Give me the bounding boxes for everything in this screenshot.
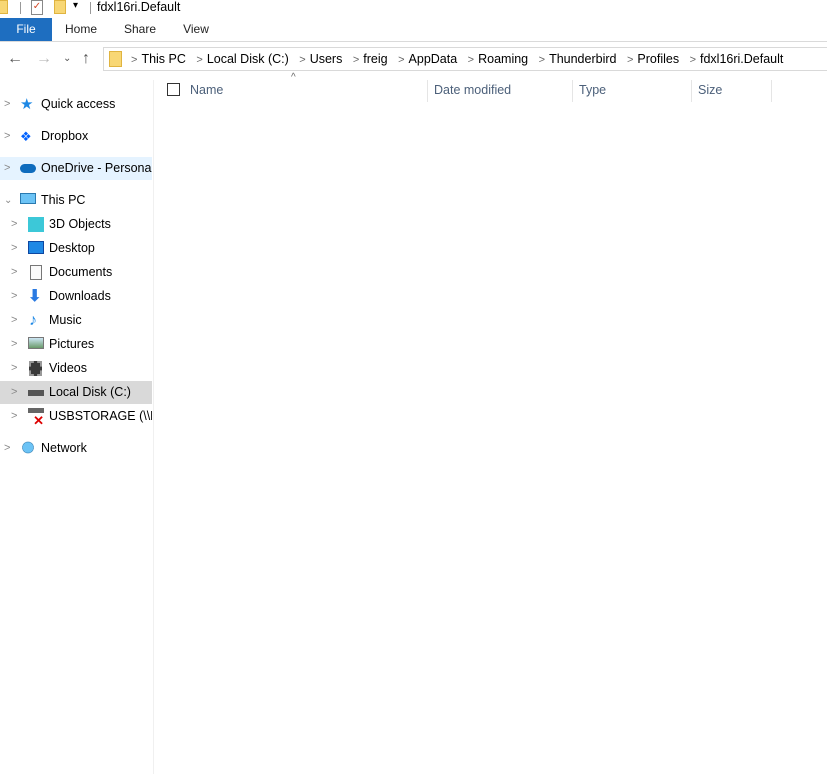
nav-local-disk[interactable]: > Local Disk (C:)	[0, 381, 152, 404]
tab-home[interactable]: Home	[56, 18, 106, 41]
separator	[90, 2, 91, 14]
nav-downloads[interactable]: > ⬇ Downloads	[0, 285, 152, 308]
breadcrumb: > This PC > Local Disk (C:) > Users > freig …	[131, 52, 784, 66]
tab-file[interactable]: File	[0, 18, 52, 41]
ribbon-tabs: File Home Share View	[0, 18, 827, 42]
customize-dropdown-icon[interactable]: ▾	[73, 0, 78, 11]
cloud-icon	[20, 164, 36, 173]
nav-this-pc[interactable]: ⌄ This PC	[0, 189, 152, 212]
drive-icon	[28, 390, 44, 396]
column-date-modified[interactable]: Date modified	[434, 80, 564, 100]
file-list-empty[interactable]	[155, 102, 827, 774]
dropbox-icon: ❖	[20, 129, 32, 144]
tab-share[interactable]: Share	[115, 18, 165, 41]
back-button[interactable]: ←	[7, 47, 23, 71]
column-name[interactable]: Name	[190, 80, 426, 100]
crumb-current[interactable]: fdxl16ri.Default	[700, 52, 783, 66]
desktop-icon	[28, 241, 44, 254]
music-icon: ♪	[29, 312, 37, 329]
pictures-icon	[28, 337, 44, 349]
new-folder-icon[interactable]	[54, 0, 66, 14]
navigation-pane: > ★ Quick access > ❖ Dropbox > OneDrive - Per…	[0, 80, 154, 774]
forward-button[interactable]: →	[36, 47, 52, 71]
nav-documents[interactable]: > Documents	[0, 261, 152, 284]
select-all-checkbox[interactable]	[167, 83, 180, 96]
column-headers: ^ Name Date modified Type Size	[155, 72, 827, 102]
nav-dropbox[interactable]: > ❖ Dropbox	[0, 125, 152, 148]
crumb-thunderbird[interactable]: Thunderbird	[549, 52, 616, 66]
column-divider[interactable]	[771, 80, 772, 102]
crumb-freig[interactable]: freig	[363, 52, 387, 66]
3d-objects-icon	[28, 217, 44, 232]
column-divider[interactable]	[427, 80, 428, 102]
nav-music[interactable]: > ♪ Music	[0, 309, 152, 332]
column-size[interactable]: Size	[698, 80, 768, 100]
window-title: fdxl16ri.Default	[97, 0, 181, 14]
crumb-profiles[interactable]: Profiles	[637, 52, 679, 66]
column-divider[interactable]	[691, 80, 692, 102]
address-bar[interactable]: > This PC > Local Disk (C:) > Users > freig …	[103, 47, 827, 71]
crumb-users[interactable]: Users	[310, 52, 343, 66]
up-button[interactable]: ↑	[82, 47, 90, 71]
separator	[20, 2, 21, 14]
nav-videos[interactable]: > Videos	[0, 357, 152, 380]
computer-icon	[20, 193, 36, 204]
folder-icon	[109, 51, 122, 67]
nav-quick-access[interactable]: > ★ Quick access	[0, 93, 152, 116]
download-icon: ⬇	[28, 288, 42, 305]
crumb-local-disk[interactable]: Local Disk (C:)	[207, 52, 289, 66]
column-divider[interactable]	[572, 80, 573, 102]
quick-access-toolbar: ✓ ▾ fdxl16ri.Default	[0, 0, 827, 16]
disconnected-drive-icon: ✕	[28, 408, 44, 428]
nav-network[interactable]: > Network	[0, 437, 152, 460]
star-icon: ★	[20, 96, 34, 113]
nav-onedrive[interactable]: > OneDrive - Personal	[0, 157, 152, 180]
nav-desktop[interactable]: > Desktop	[0, 237, 152, 260]
videos-icon	[29, 361, 42, 376]
column-type[interactable]: Type	[579, 80, 679, 100]
crumb-appdata[interactable]: AppData	[409, 52, 458, 66]
navigation-buttons: ← → ⌄ ↑	[0, 47, 103, 71]
folder-icon	[0, 0, 8, 14]
network-icon	[20, 441, 36, 454]
crumb-this-pc[interactable]: This PC	[141, 52, 185, 66]
crumb-roaming[interactable]: Roaming	[478, 52, 528, 66]
nav-usbstorage[interactable]: >✕USBSTORAGE (\\EPS	[0, 405, 152, 428]
properties-icon[interactable]: ✓	[31, 0, 43, 15]
nav-3d-objects[interactable]: >3D Objects	[0, 213, 152, 236]
recent-locations-button[interactable]: ⌄	[63, 47, 71, 71]
documents-icon	[30, 265, 42, 280]
tab-view[interactable]: View	[172, 18, 220, 41]
nav-pictures[interactable]: > Pictures	[0, 333, 152, 356]
